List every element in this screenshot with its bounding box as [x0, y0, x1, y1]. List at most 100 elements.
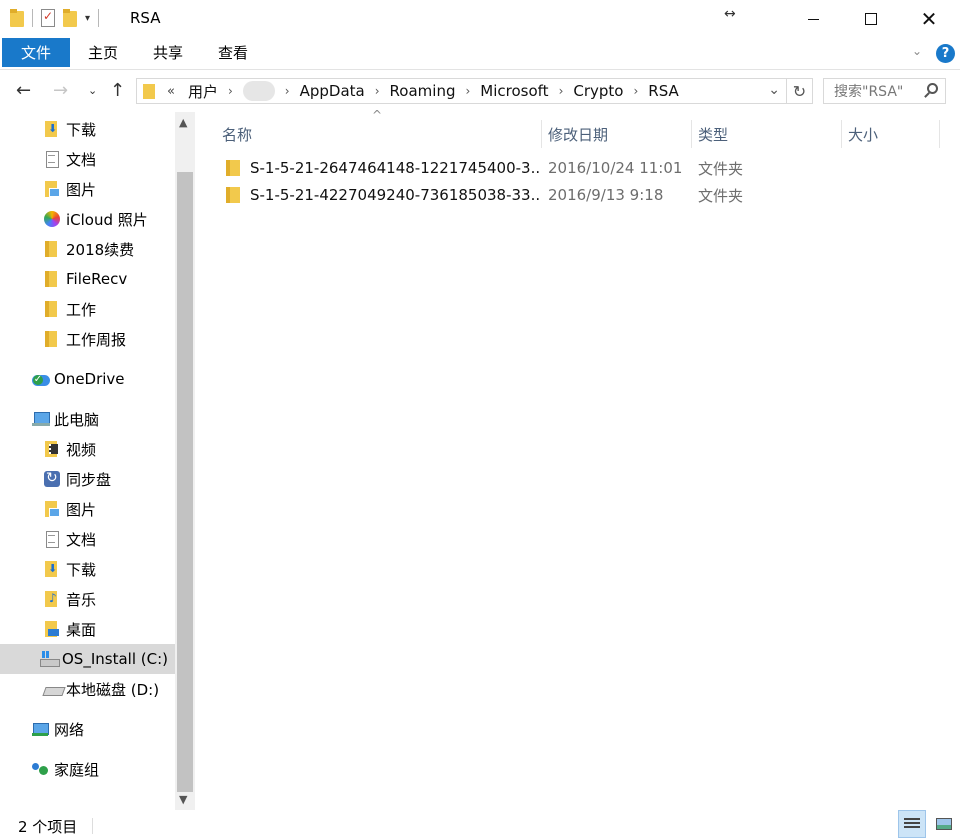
- recent-locations-chevron-icon[interactable]: ⌄: [88, 84, 97, 97]
- desktop-icon: [44, 621, 60, 637]
- tab-file[interactable]: 文件: [2, 38, 70, 67]
- back-button[interactable]: ←: [16, 80, 31, 101]
- breadcrumb-users[interactable]: 用户: [183, 81, 223, 102]
- table-row[interactable]: S-1-5-21-2647464148-1221745400-3... 2016…: [216, 155, 776, 181]
- breadcrumb-separator-icon[interactable]: ›: [460, 84, 475, 98]
- sidebar-item-label: 网络: [54, 720, 85, 739]
- sidebar-item-label: 同步盘: [66, 470, 112, 489]
- scroll-down-icon[interactable]: ▼: [179, 793, 187, 806]
- pictures-icon: [44, 181, 60, 197]
- this-pc-icon: [32, 411, 50, 427]
- large-icons-view-button[interactable]: [930, 810, 958, 838]
- folder-icon: [44, 241, 60, 257]
- folder-icon: [44, 331, 60, 347]
- address-history-chevron-icon[interactable]: ⌄: [768, 82, 780, 98]
- column-header-name[interactable]: 名称: [216, 120, 542, 148]
- close-button[interactable]: ✕: [900, 0, 958, 38]
- sidebar-item-icloud-photos[interactable]: iCloud 照片 📌: [44, 204, 195, 234]
- sidebar-item-downloads-quick[interactable]: 下载 📌: [44, 114, 195, 144]
- sidebar-item-pictures-quick[interactable]: 图片 📌: [44, 174, 195, 204]
- quick-access-toolbar: ▾: [10, 9, 100, 27]
- toolbar-divider: [98, 9, 100, 27]
- sidebar-item-os-drive[interactable]: OS_Install (C:): [0, 644, 175, 674]
- breadcrumb-crypto[interactable]: Crypto: [568, 82, 628, 100]
- toolbar-divider: [32, 9, 33, 27]
- breadcrumb-roaming[interactable]: Roaming: [385, 82, 461, 100]
- maximize-button[interactable]: [842, 0, 900, 38]
- minimize-button[interactable]: [784, 0, 842, 38]
- breadcrumb-microsoft[interactable]: Microsoft: [475, 82, 553, 100]
- sidebar-item-label: OS_Install (C:): [62, 650, 168, 668]
- large-icons-view-icon: [936, 818, 952, 830]
- sidebar-item-this-pc[interactable]: 此电脑: [32, 404, 195, 434]
- sidebar-item-label: 文档: [66, 150, 97, 169]
- sidebar-item-weekly-report[interactable]: 工作周报: [44, 324, 195, 354]
- file-date-modified: 2016/9/13 9:18: [548, 186, 664, 204]
- sync-drive-icon: [44, 470, 60, 487]
- sidebar-item-label: 家庭组: [54, 760, 100, 779]
- sidebar-item-videos[interactable]: 视频: [44, 434, 195, 464]
- scroll-up-icon[interactable]: ▲: [179, 116, 187, 129]
- address-bar[interactable]: « 用户 › › AppData › Roaming › Microsoft ›…: [136, 78, 787, 104]
- icloud-photos-icon: [44, 211, 60, 227]
- breadcrumb-appdata[interactable]: AppData: [295, 82, 370, 100]
- sidebar-item-work[interactable]: 工作: [44, 294, 195, 324]
- sidebar-item-sync-drive[interactable]: 同步盘: [44, 464, 195, 494]
- table-row[interactable]: S-1-5-21-4227049240-736185038-33... 2016…: [216, 182, 776, 208]
- breadcrumb-redacted-username[interactable]: [242, 81, 275, 101]
- tab-view[interactable]: 查看: [200, 38, 266, 67]
- tab-share[interactable]: 共享: [136, 38, 200, 67]
- download-folder-icon: [44, 121, 60, 137]
- sidebar-item-music[interactable]: 音乐: [44, 584, 195, 614]
- sidebar-item-label: 视频: [66, 440, 97, 459]
- breadcrumb-rsa[interactable]: RSA: [643, 82, 683, 100]
- up-button[interactable]: ↑: [110, 80, 125, 101]
- sidebar-item-2018-renewal[interactable]: 2018续费: [44, 234, 195, 264]
- folder-icon: [44, 301, 60, 317]
- status-divider: [92, 818, 93, 834]
- column-header-type[interactable]: 类型: [692, 120, 842, 148]
- file-date-modified: 2016/10/24 11:01: [548, 159, 683, 177]
- folder-icon: [226, 160, 240, 176]
- sidebar-item-homegroup[interactable]: 家庭组: [32, 754, 195, 784]
- sidebar-item-label: 下载: [66, 120, 97, 139]
- breadcrumb-separator-icon[interactable]: ›: [223, 84, 238, 98]
- sidebar-item-label: 工作周报: [66, 330, 127, 349]
- os-drive-icon: [40, 651, 60, 667]
- breadcrumb-separator-icon[interactable]: ›: [280, 84, 295, 98]
- search-input[interactable]: 搜索"RSA": [823, 78, 946, 104]
- customize-toolbar-chevron-icon[interactable]: ▾: [85, 13, 90, 24]
- properties-icon[interactable]: [41, 9, 55, 27]
- forward-button[interactable]: →: [53, 80, 68, 101]
- sidebar-item-label: 图片: [66, 500, 97, 519]
- sidebar-item-network[interactable]: 网络: [32, 714, 195, 744]
- column-header-date-modified[interactable]: 修改日期: [542, 120, 692, 148]
- new-folder-icon[interactable]: [63, 9, 77, 27]
- breadcrumb-overflow[interactable]: «: [167, 84, 175, 99]
- sidebar-item-documents[interactable]: 文档: [44, 524, 195, 554]
- expand-ribbon-icon[interactable]: ⌄: [912, 44, 922, 58]
- sidebar-item-downloads[interactable]: 下载: [44, 554, 195, 584]
- help-icon[interactable]: ?: [936, 44, 955, 63]
- refresh-button[interactable]: ↻: [787, 78, 813, 104]
- documents-icon: [44, 531, 60, 548]
- breadcrumb-separator-icon[interactable]: ›: [554, 84, 569, 98]
- sidebar-item-documents-quick[interactable]: 文档 📌: [44, 144, 195, 174]
- sidebar-item-label: 图片: [66, 180, 97, 199]
- sidebar-item-filerecv[interactable]: FileRecv: [44, 264, 195, 294]
- sidebar-item-pictures[interactable]: 图片: [44, 494, 195, 524]
- sidebar-item-local-disk-d[interactable]: 本地磁盘 (D:): [44, 674, 195, 704]
- navigation-scrollbar[interactable]: ▲ ▼: [175, 112, 195, 810]
- maximize-icon: [865, 13, 877, 25]
- tab-home[interactable]: 主页: [70, 38, 136, 67]
- scrollbar-thumb[interactable]: [177, 172, 193, 792]
- column-header-size[interactable]: 大小: [842, 120, 940, 148]
- details-view-button[interactable]: [898, 810, 926, 838]
- breadcrumb-separator-icon[interactable]: ›: [628, 84, 643, 98]
- sidebar-item-onedrive[interactable]: OneDrive: [32, 364, 195, 394]
- file-name: S-1-5-21-4227049240-736185038-33...: [250, 186, 540, 204]
- search-icon[interactable]: [927, 83, 938, 94]
- sidebar-item-desktop[interactable]: 桌面: [44, 614, 195, 644]
- breadcrumb-separator-icon[interactable]: ›: [370, 84, 385, 98]
- minimize-icon: [807, 18, 819, 20]
